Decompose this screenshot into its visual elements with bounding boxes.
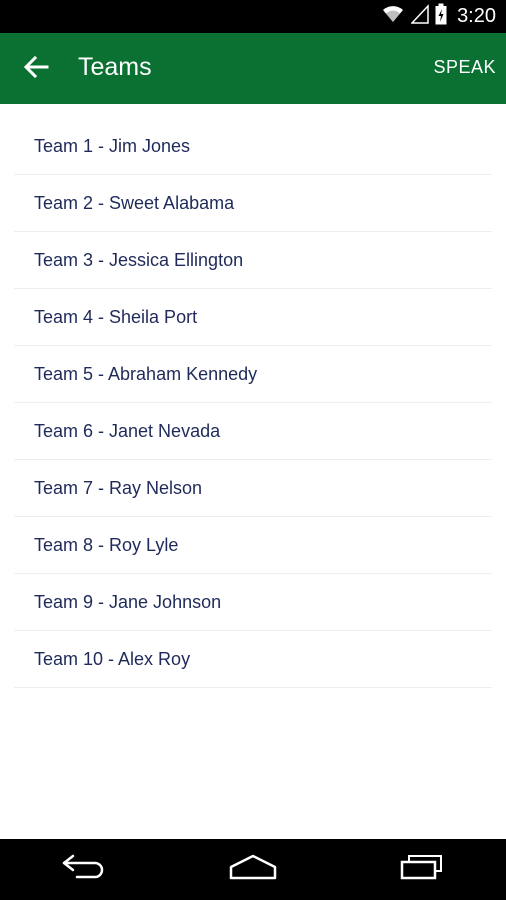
team-label: Team 2 - Sweet Alabama [34,192,235,213]
team-list-item[interactable]: Team 1 - Jim Jones [14,118,492,175]
team-list-item[interactable]: Team 3 - Jessica Ellington [14,232,492,289]
nav-home-icon [228,854,278,885]
team-list-item[interactable]: Team 5 - Abraham Kennedy [14,346,492,403]
team-list-item[interactable]: Team 10 - Alex Roy [14,631,492,688]
status-bar: 3:20 [0,0,506,33]
team-label: Team 3 - Jessica Ellington [34,249,244,270]
nav-recents-icon [399,854,445,885]
navigation-bar [0,839,506,900]
wifi-icon [381,4,405,29]
team-list-item[interactable]: Team 2 - Sweet Alabama [14,175,492,232]
team-list-item[interactable]: Team 8 - Roy Lyle [14,517,492,574]
page-title: Teams [78,53,152,81]
team-label: Team 4 - Sheila Port [34,306,198,327]
nav-recents-button[interactable] [382,845,462,895]
status-time: 3:20 [457,5,496,27]
nav-back-button[interactable] [44,845,124,895]
nav-back-icon [61,854,107,885]
battery-icon [435,3,447,30]
nav-home-button[interactable] [213,845,293,895]
back-button[interactable] [16,51,56,87]
signal-icon [410,4,429,29]
team-label: Team 7 - Ray Nelson [34,477,203,498]
team-list-item[interactable]: Team 9 - Jane Johnson [14,574,492,631]
app-bar: Teams SPEAK [0,33,506,104]
team-label: Team 5 - Abraham Kennedy [34,363,258,384]
speak-button[interactable]: SPEAK [433,57,496,78]
team-list-item[interactable]: Team 7 - Ray Nelson [14,460,492,517]
team-label: Team 10 - Alex Roy [34,648,191,669]
team-label: Team 1 - Jim Jones [34,135,191,156]
team-list-item[interactable]: Team 4 - Sheila Port [14,289,492,346]
status-icons: 3:20 [381,0,496,33]
team-label: Team 9 - Jane Johnson [34,591,222,612]
team-label: Team 8 - Roy Lyle [34,534,179,555]
team-list: Team 1 - Jim Jones Team 2 - Sweet Alabam… [0,118,506,688]
arrow-left-icon [23,55,49,84]
team-label: Team 6 - Janet Nevada [34,420,221,441]
team-list-item[interactable]: Team 6 - Janet Nevada [14,403,492,460]
